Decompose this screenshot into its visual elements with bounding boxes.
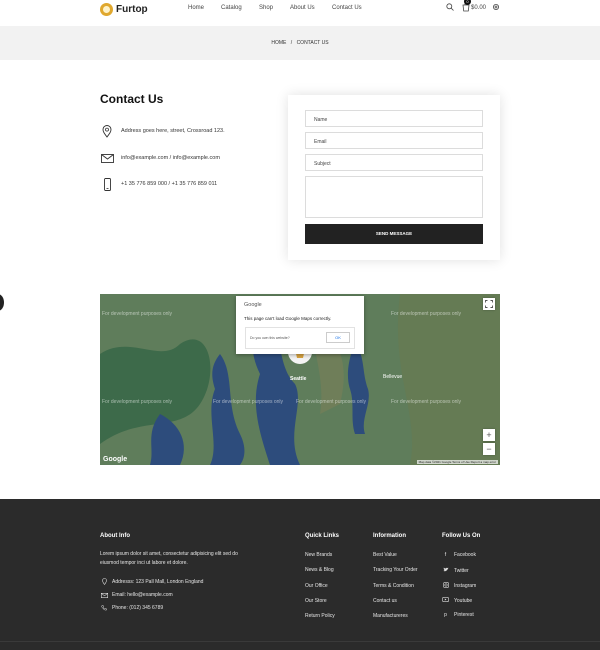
social-label: Facebook: [454, 552, 476, 558]
contact-phone[interactable]: +1 35 776 859 000 / +1 35 776 859 011: [121, 181, 217, 187]
contact-email-row: info@example.com / info@example.com: [100, 151, 220, 165]
footer-quick-links-title: Quick Links: [305, 533, 340, 539]
social-label: Pinterest: [454, 612, 474, 618]
google-logo: Google: [103, 456, 128, 463]
contact-form: Name Email Subject SEND MESSAGE: [288, 95, 500, 260]
dialog-message: This page can't load Google Maps correct…: [244, 316, 332, 321]
contact-address-row: Address goes here, street, Crossroad 123…: [100, 124, 225, 138]
social-label: Twitter: [454, 567, 469, 574]
contact-email[interactable]: info@example.com / info@example.com: [121, 155, 220, 161]
site-footer: About Info Lorem ipsum dolor sit amet, c…: [0, 499, 600, 650]
name-field[interactable]: Name: [305, 110, 483, 127]
send-message-button[interactable]: SEND MESSAGE: [305, 224, 483, 244]
footer-information-title: Information: [373, 533, 406, 539]
map-watermark: For development purposes only: [102, 399, 173, 405]
nav-home[interactable]: Home: [188, 5, 204, 11]
breadcrumb-home[interactable]: HOME: [271, 40, 286, 46]
footer-link[interactable]: Tracking Your Order: [373, 567, 418, 573]
social-facebook[interactable]: f Facebook: [442, 552, 476, 558]
footer-phone: Phone: (012) 345 6789: [100, 605, 163, 611]
nav-about-us[interactable]: About Us: [290, 5, 315, 11]
cart-total[interactable]: $0.00: [471, 5, 486, 11]
gear-icon[interactable]: [492, 3, 500, 11]
footer-link[interactable]: Manufactureres: [373, 613, 408, 619]
social-instagram[interactable]: Instagram: [442, 582, 476, 590]
breadcrumb-separator: /: [290, 40, 293, 46]
social-label: Youtube: [454, 597, 473, 604]
social-twitter[interactable]: Twitter: [442, 567, 469, 574]
footer-email-text[interactable]: Email: hello@example.com: [112, 592, 173, 598]
email-field[interactable]: Email: [305, 132, 483, 149]
page-title: Contact Us: [100, 92, 164, 106]
location-pin-icon: [100, 124, 114, 138]
footer-address: Addresss: 123 Pall Mall, London England: [100, 578, 203, 585]
zoom-out-icon[interactable]: −: [483, 443, 495, 455]
map-error-dialog: Google This page can't load Google Maps …: [236, 296, 364, 354]
dialog-question-link[interactable]: Do you own this website?: [250, 336, 290, 340]
map-watermark: For development purposes only: [102, 311, 173, 317]
map-attribution[interactable]: Map data ©2021 Google Terms of Use Repor…: [416, 460, 498, 464]
brand-logo[interactable]: Furtop: [100, 3, 148, 16]
footer-link[interactable]: News & Blog: [305, 567, 334, 573]
footer-link[interactable]: New Brands: [305, 552, 332, 558]
footer-about-title: About Info: [100, 533, 130, 539]
nav-shop[interactable]: Shop: [259, 5, 273, 11]
envelope-icon: [100, 151, 114, 165]
side-scroll-indicator[interactable]: [0, 294, 4, 311]
social-label: Instagram: [454, 583, 477, 589]
phone-icon: [100, 605, 108, 611]
twitter-icon: [442, 567, 449, 574]
map-city-label: Seattle: [290, 376, 307, 382]
footer-link[interactable]: Our Store: [305, 598, 327, 604]
footer-link[interactable]: Contact us: [373, 598, 397, 604]
footer-divider: [0, 641, 600, 642]
footer-address-text: Addresss: 123 Pall Mall, London England: [112, 578, 204, 585]
page: Furtop Home Catalog Shop About Us Contac…: [0, 0, 600, 650]
footer-link[interactable]: Return Policy: [305, 613, 335, 619]
mobile-phone-icon: [100, 177, 114, 191]
footer-phone-text[interactable]: Phone: (012) 345 6789: [112, 605, 163, 611]
footer-about-text: Lorem ipsum dolor sit amet, consectetur …: [100, 551, 238, 566]
social-pinterest[interactable]: p Pinterest: [442, 612, 474, 618]
message-textarea[interactable]: [305, 176, 483, 218]
facebook-icon: f: [444, 552, 447, 558]
contact-phone-row: +1 35 776 859 000 / +1 35 776 859 011: [100, 177, 217, 191]
breadcrumb: HOME / CONTACT US: [0, 40, 600, 46]
nav-contact-us[interactable]: Contact Us: [332, 5, 362, 11]
fullscreen-icon[interactable]: [483, 298, 495, 310]
contact-address: Address goes here, street, Crossroad 123…: [121, 128, 225, 134]
youtube-icon: [442, 597, 450, 604]
footer-link[interactable]: Our Office: [305, 583, 328, 589]
logo-icon: [100, 3, 113, 16]
dialog-ok-button[interactable]: OK: [326, 332, 350, 343]
site-header: Furtop Home Catalog Shop About Us Contac…: [0, 0, 600, 26]
dialog-google-label: Google: [244, 302, 262, 308]
map-city-label: Bellevue: [383, 374, 403, 380]
map-watermark: For development purposes only: [213, 399, 284, 405]
brand-name: Furtop: [116, 4, 148, 15]
breadcrumb-current: CONTACT US: [296, 40, 329, 46]
nav-catalog[interactable]: Catalog: [221, 5, 242, 11]
envelope-icon: [100, 592, 108, 598]
search-icon[interactable]: [446, 3, 454, 11]
footer-link[interactable]: Terms & Condition: [373, 583, 414, 589]
map-watermark: For development purposes only: [296, 399, 367, 405]
pinterest-icon: p: [444, 612, 447, 618]
footer-follow-title: Follow Us On: [442, 533, 481, 539]
instagram-icon: [442, 582, 449, 590]
zoom-in-icon[interactable]: +: [483, 429, 495, 441]
footer-email: Email: hello@example.com: [100, 592, 173, 598]
subject-field[interactable]: Subject: [305, 154, 483, 171]
map-watermark: For development purposes only: [391, 311, 462, 317]
map-watermark: For development purposes only: [391, 399, 462, 405]
footer-link[interactable]: Best Value: [373, 552, 397, 558]
social-youtube[interactable]: Youtube: [442, 597, 472, 604]
location-pin-icon: [100, 578, 108, 585]
